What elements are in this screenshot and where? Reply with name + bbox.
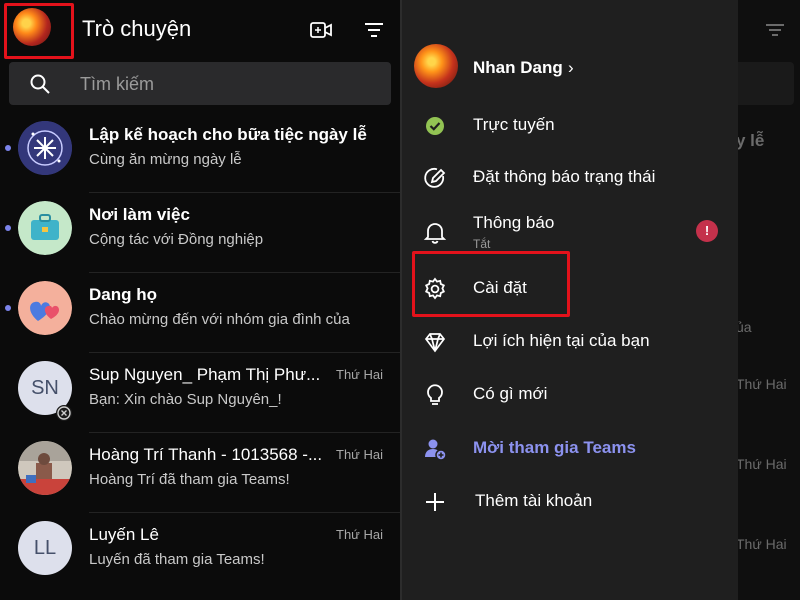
chat-preview: Cộng tác với Đồng nghiệp xyxy=(89,231,264,248)
profile-link[interactable]: Nhan Dang › xyxy=(402,40,738,94)
chat-list-item[interactable]: Hoàng Trí Thanh - 1013568 -... Thứ Hai H… xyxy=(0,433,400,513)
menu-item-whats-new[interactable]: Có gì mới xyxy=(402,372,738,416)
chat-timestamp: Thứ Hai xyxy=(738,536,787,552)
menu-item-set-status-message[interactable]: Đặt thông báo trạng thái xyxy=(402,155,738,199)
background-chat-peek: y lễ ủa Thứ Hai Thứ Hai Thứ Hai xyxy=(738,0,800,600)
unread-dot xyxy=(5,145,11,151)
snowflake-icon xyxy=(18,121,72,175)
chat-list-item[interactable]: Nơi làm việc Cộng tác với Đồng nghiệp xyxy=(0,193,400,273)
menu-item-benefits[interactable]: Lợi ích hiện tại của bạn xyxy=(402,319,738,363)
unread-dot xyxy=(5,225,11,231)
chat-header: Trò chuyện xyxy=(0,0,400,60)
menu-item-label: Thêm tài khoản xyxy=(475,491,593,510)
menu-item-label: Có gì mới xyxy=(473,384,548,403)
search-placeholder: Tìm kiếm xyxy=(80,74,154,94)
chat-panel: Trò chuyện Tìm kiếm Lập kế hoạch cho bữa… xyxy=(0,0,400,600)
chat-name-fragment: y lễ xyxy=(738,131,765,150)
chat-name: Dang họ xyxy=(89,285,157,304)
chat-name: Hoàng Trí Thanh - 1013568 -... xyxy=(89,445,323,464)
chevron-right-icon: › xyxy=(568,58,574,77)
chat-timestamp: Thứ Hai xyxy=(336,367,383,382)
chat-list-item[interactable]: LL Luyến Lê Thứ Hai Luyến đã tham gia Te… xyxy=(0,513,400,593)
diamond-icon xyxy=(422,329,448,355)
menu-item-label: Thông báo xyxy=(473,213,555,232)
chat-name: Sup Nguyen_ Phạm Thị Phư... xyxy=(89,365,321,384)
search-icon xyxy=(29,73,51,95)
chat-preview: Chào mừng đến với nhóm gia đình của xyxy=(89,311,350,328)
filter-icon[interactable] xyxy=(361,17,387,43)
chat-timestamp: Thứ Hai xyxy=(336,447,383,462)
avatar-initials: SN xyxy=(31,377,59,399)
bell-icon xyxy=(422,219,448,245)
menu-item-invite-to-teams[interactable]: Mời tham gia Teams xyxy=(402,426,738,470)
alert-badge: ! xyxy=(696,220,718,242)
status-available-icon xyxy=(422,113,448,139)
lightbulb-icon xyxy=(422,382,448,408)
search-input[interactable]: Tìm kiếm xyxy=(9,62,391,105)
chat-name: Luyến Lê xyxy=(89,525,159,544)
chat-timestamp: Thứ Hai xyxy=(336,527,383,542)
search-bar-peek xyxy=(738,62,794,105)
menu-item-label: Trực tuyến xyxy=(473,115,555,134)
chat-name: Lập kế hoạch cho bữa tiệc ngày lễ xyxy=(89,125,367,144)
profile-avatar-button[interactable] xyxy=(13,8,51,46)
menu-item-status[interactable]: Trực tuyến xyxy=(402,103,738,147)
menu-item-sublabel: Tắt xyxy=(473,237,491,251)
chat-preview: Cùng ăn mừng ngày lễ xyxy=(89,151,242,168)
edit-status-icon xyxy=(422,165,448,191)
avatar: LL xyxy=(18,521,72,575)
page-title: Trò chuyện xyxy=(82,16,192,41)
video-meet-icon[interactable] xyxy=(308,17,334,43)
hearts-icon xyxy=(18,281,72,335)
menu-item-label: Lợi ích hiện tại của bạn xyxy=(473,331,650,350)
chat-preview: Bạn: Xin chào Sup Nguyên_! xyxy=(89,391,282,408)
chat-preview-fragment: ủa xyxy=(738,319,752,335)
menu-item-label: Mời tham gia Teams xyxy=(473,438,636,457)
plus-icon xyxy=(422,489,448,515)
photo-avatar xyxy=(18,441,72,495)
menu-item-label: Đặt thông báo trạng thái xyxy=(473,167,656,186)
chat-list-item[interactable]: Lập kế hoạch cho bữa tiệc ngày lễ Cùng ă… xyxy=(0,113,400,193)
add-people-icon xyxy=(422,436,448,462)
briefcase-icon xyxy=(18,201,72,255)
chat-timestamp: Thứ Hai xyxy=(738,456,787,472)
chat-name: Nơi làm việc xyxy=(89,205,190,224)
profile-name: Nhan Dang xyxy=(473,58,563,77)
menu-item-add-account[interactable]: Thêm tài khoản xyxy=(402,479,738,523)
chat-preview: Luyến đã tham gia Teams! xyxy=(89,551,265,568)
avatar-initials: LL xyxy=(33,537,57,559)
chat-list-item[interactable]: SN Sup Nguyen_ Phạm Thị Phư... Thứ Hai B… xyxy=(0,353,400,433)
settings-highlight-box xyxy=(412,251,570,317)
blocked-status-icon xyxy=(56,405,72,421)
chat-list-item[interactable]: Dang họ Chào mừng đến với nhóm gia đình … xyxy=(0,273,400,353)
filter-icon xyxy=(763,18,787,42)
menu-item-notifications[interactable]: Thông báo Tắt xyxy=(402,201,738,253)
unread-dot xyxy=(5,305,11,311)
chat-preview: Hoàng Trí đã tham gia Teams! xyxy=(89,471,290,488)
avatar xyxy=(414,44,458,88)
chat-timestamp: Thứ Hai xyxy=(738,376,787,392)
